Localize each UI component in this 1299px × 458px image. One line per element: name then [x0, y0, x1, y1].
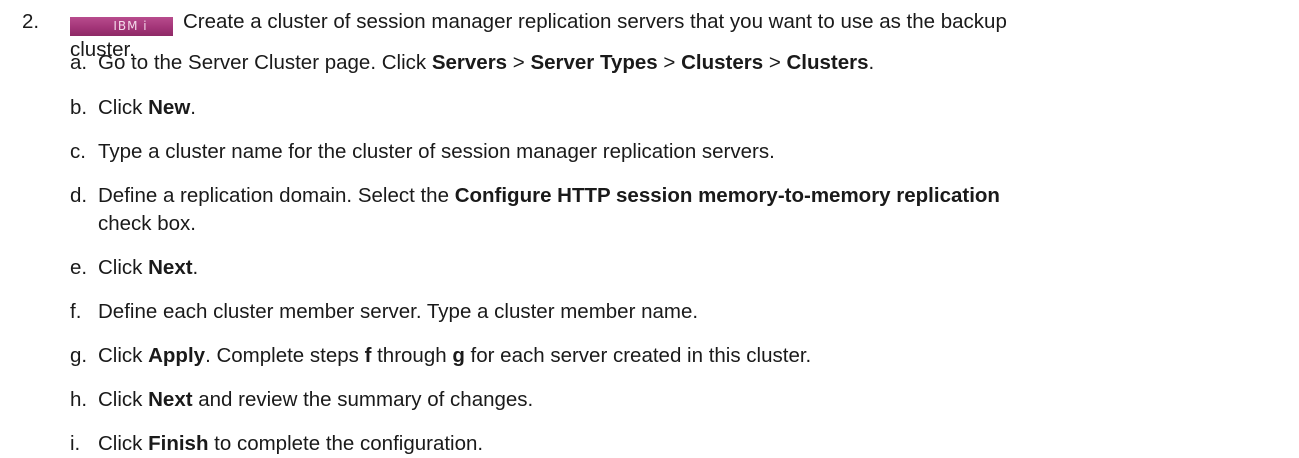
substep-letter: e.	[70, 256, 88, 279]
substep-text: Click Next and review the summary of cha…	[98, 388, 533, 411]
text-run: Click	[98, 256, 149, 279]
substep-text: Define a replication domain. Select the …	[98, 184, 1000, 207]
substep-text: Go to the Server Cluster page. Click Ser…	[98, 51, 874, 74]
substep-item: e. Click Next.	[70, 254, 1290, 282]
substep-letter: i.	[70, 432, 81, 455]
substep-item: b. Click New.	[70, 94, 1290, 122]
text-run: Go to the Server Cluster page. Click	[98, 51, 432, 74]
text-run: >	[657, 51, 682, 74]
substep-item: a. Go to the Server Cluster page. Click S…	[70, 49, 1290, 77]
ui-term: Servers	[431, 51, 508, 74]
text-run: Click	[98, 96, 149, 119]
step-number: 2.	[22, 10, 40, 33]
text-run: and review the summary of changes.	[192, 388, 534, 411]
substep-text: Click Finish to complete the configurati…	[98, 432, 483, 455]
substep-item: f. Define each cluster member server. Typ…	[70, 298, 1290, 326]
text-run: Click	[98, 388, 149, 411]
ui-term: Configure HTTP session memory-to-memory …	[454, 184, 1000, 207]
ui-term: New	[148, 96, 191, 119]
substep-text: Click Next.	[98, 256, 198, 279]
substep-letter: h.	[70, 388, 88, 411]
text-run: Type a cluster name for the cluster of s…	[98, 140, 775, 163]
substep-item: g. Click Apply. Complete steps f through …	[70, 342, 1290, 370]
substep-letter: g.	[70, 344, 88, 367]
substep-item: i. Click Finish to complete the configura…	[70, 430, 1290, 458]
text-run: >	[507, 51, 531, 74]
substep-text: Click Apply. Complete steps f through g …	[98, 344, 811, 367]
substep-letter: c.	[70, 140, 86, 163]
text-run: to complete the configuration.	[208, 432, 484, 455]
ui-term: g	[452, 344, 465, 367]
text-run: . Complete steps	[205, 344, 365, 367]
substep-letter: d.	[70, 184, 88, 207]
text-run: >	[763, 51, 787, 74]
text-run: Click	[98, 344, 149, 367]
substep-letter: b.	[70, 96, 88, 119]
substep-item: c. Type a cluster name for the cluster of…	[70, 138, 1290, 166]
ui-term: Next	[148, 388, 193, 411]
step-heading: 2. IBM i Create a cluster of session mana…	[22, 8, 1292, 61]
ibm-i-platform-badge: IBM i	[70, 17, 173, 36]
text-run: .	[190, 96, 196, 119]
substep-text: Define each cluster member server. Type …	[98, 300, 698, 323]
substep-letter: a.	[70, 51, 88, 74]
ui-term: Next	[148, 256, 193, 279]
substep-item: h. Click Next and review the summary of c…	[70, 386, 1290, 414]
substep-letter: f.	[70, 300, 82, 323]
text-run: Define a replication domain. Select the	[98, 184, 455, 207]
step-text: Create a cluster of session manager repl…	[183, 10, 1007, 33]
ui-term: Server Types	[530, 51, 658, 74]
text-run: Define each cluster member server. Type …	[98, 300, 699, 323]
ui-term: Clusters	[786, 51, 869, 74]
ui-term: Clusters	[681, 51, 764, 74]
step-line-1: IBM i Create a cluster of session manager…	[70, 8, 1007, 36]
substep-text: Type a cluster name for the cluster of s…	[98, 140, 775, 163]
ui-term: Apply	[148, 344, 206, 367]
substep-text: Click New.	[98, 96, 196, 119]
text-run: Click	[98, 432, 149, 455]
text-run: .	[868, 51, 875, 74]
procedure-step-2: 2. IBM i Create a cluster of session mana…	[0, 0, 1299, 457]
ui-term: Finish	[148, 432, 209, 455]
substep-text-continued: check box.	[98, 212, 196, 235]
text-run: through	[371, 344, 453, 367]
substep-item: d. Define a replication domain. Select th…	[70, 182, 1290, 238]
text-run: .	[192, 256, 199, 279]
text-run: for each server created in this cluster.	[464, 344, 812, 367]
